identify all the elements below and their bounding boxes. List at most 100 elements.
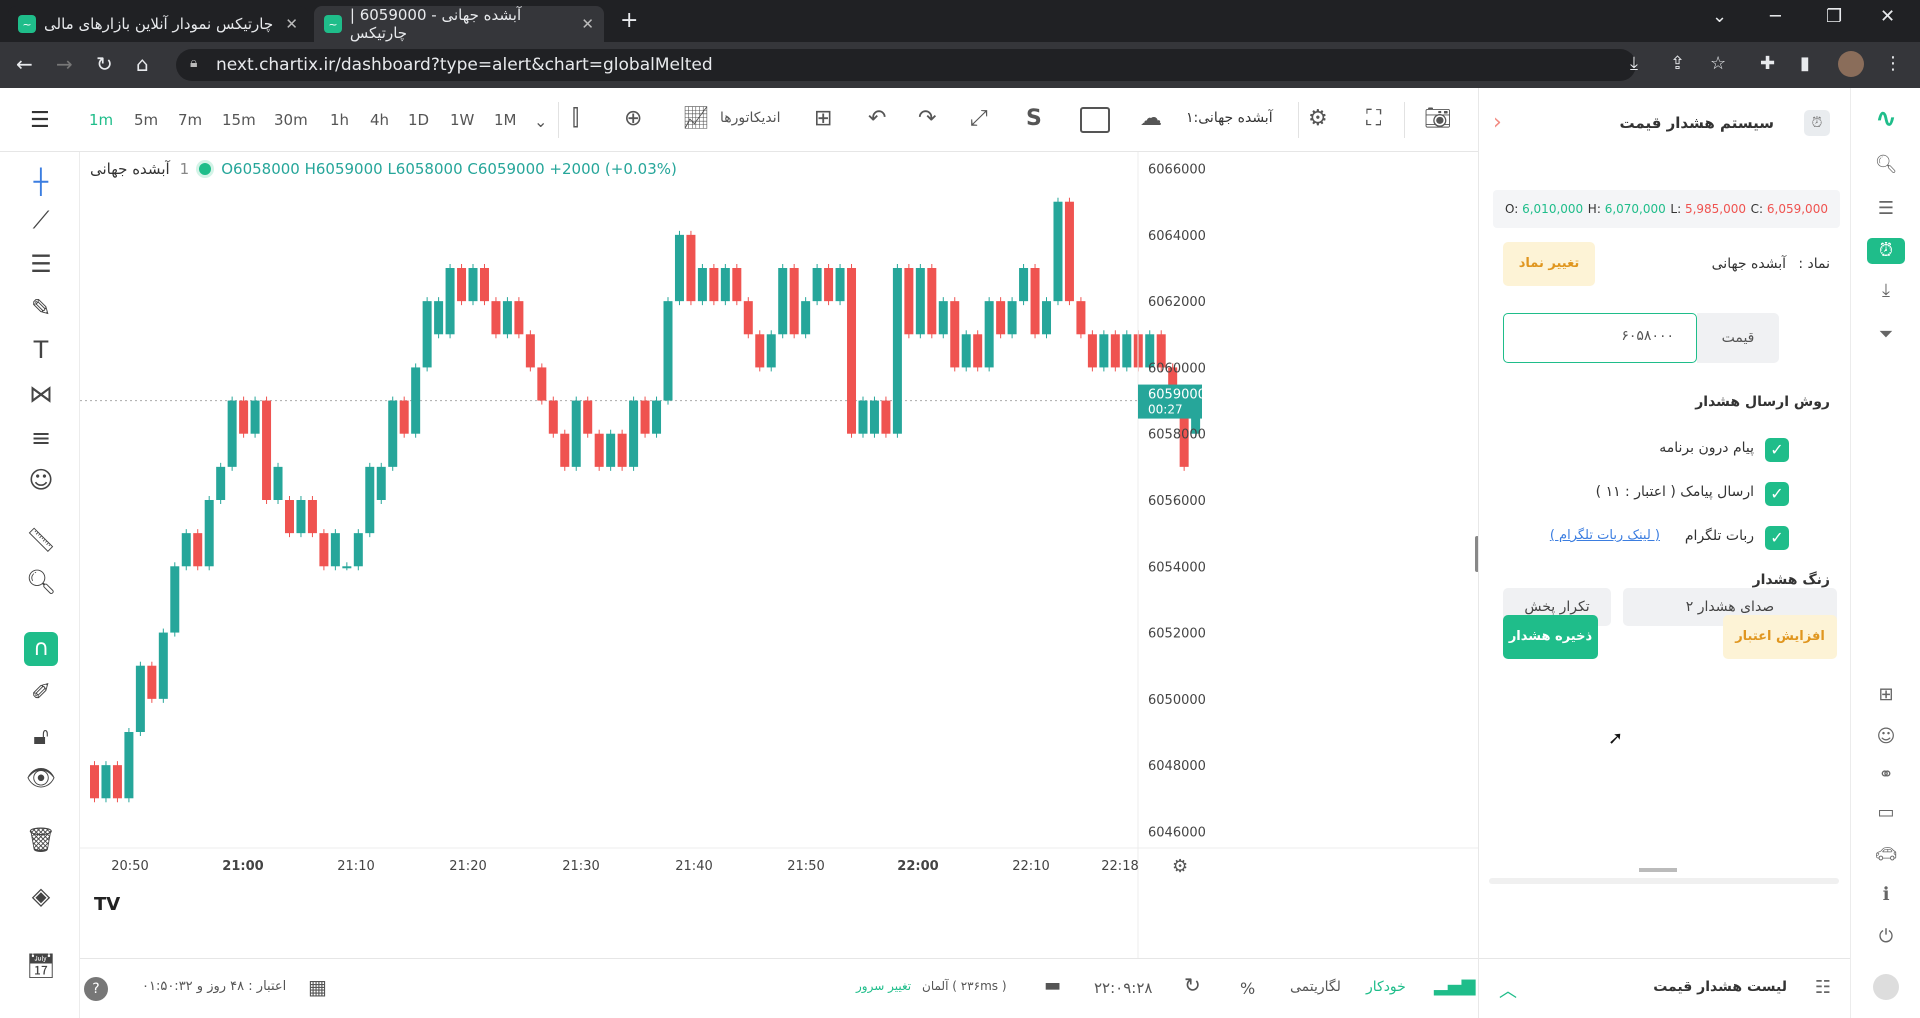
expand-arrows-icon[interactable]: ⤢ (970, 106, 988, 131)
search-icon[interactable]: 🔍︎ (1873, 154, 1899, 175)
list-icon[interactable]: ☷ (1815, 977, 1831, 998)
url-field[interactable]: 🔒︎ next.chartix.ir/dashboard?type=alert&… (176, 49, 1636, 81)
minimize-icon[interactable]: ─ (1770, 6, 1781, 27)
alert-clock-icon[interactable]: ⏰︎ (1867, 238, 1905, 264)
close-tab-icon[interactable]: ✕ (581, 15, 594, 33)
telegram-checkbox[interactable]: ✓ (1765, 526, 1789, 550)
filter-icon[interactable]: ⏷ (1873, 324, 1899, 345)
timeframe-1h[interactable]: 1h (330, 111, 349, 129)
calendar-icon[interactable]: 📅︎ (24, 952, 58, 980)
maximize-icon[interactable]: ❐ (1826, 6, 1842, 27)
layout-grid-icon[interactable]: ⊞ (814, 106, 832, 131)
save-alert-button[interactable]: ذخیره هشدار (1503, 615, 1598, 659)
alert-list-title[interactable]: لیست هشدار قیمت (1653, 979, 1787, 995)
screenshot-camera-icon[interactable]: 📷︎ (1424, 106, 1452, 131)
chevron-up-icon[interactable]: ︿ (1499, 977, 1517, 1003)
chart-area[interactable]: 6066000 6064000 6062000 6060000 6058000 60560… (80, 152, 1478, 958)
prediction-icon[interactable]: ≡ (24, 424, 58, 452)
percent-toggle[interactable]: % (1240, 979, 1255, 998)
timeframe-1m-month[interactable]: 1M (494, 111, 517, 129)
s-button[interactable]: S (1026, 106, 1042, 131)
profile-avatar[interactable] (1838, 51, 1864, 77)
car-icon[interactable]: 🚗︎ (1873, 844, 1899, 865)
forward-icon[interactable]: → (56, 52, 73, 76)
increase-credit-button[interactable]: افزایش اعتبار (1723, 615, 1837, 659)
inapp-checkbox[interactable]: ✓ (1765, 438, 1789, 462)
user-avatar-icon[interactable] (1873, 974, 1899, 1000)
sidepanel-icon[interactable]: ▮ (1800, 53, 1810, 74)
refresh-icon[interactable]: ↻ (1184, 973, 1201, 997)
extensions-icon[interactable]: ✚ (1760, 53, 1775, 74)
browser-tab-2[interactable]: ~ آبشده جهانی - 6059000 | چارتیکس ✕ (314, 6, 604, 42)
indicators-button[interactable]: اندیکاتورها (720, 110, 781, 126)
timeframe-15m[interactable]: 15m (222, 111, 256, 129)
fullscreen-icon[interactable]: ⛶ (1366, 106, 1381, 131)
tab-search-icon[interactable]: ⌄ (1712, 6, 1727, 27)
price-chart[interactable]: 6066000 6064000 6062000 6060000 6058000 60560… (80, 152, 1478, 958)
ruler-icon[interactable]: 📏︎ (24, 526, 58, 554)
redo-icon[interactable]: ↷ (918, 106, 936, 131)
close-tab-icon[interactable]: ✕ (285, 15, 298, 33)
timeframe-1d[interactable]: 1D (408, 111, 429, 129)
symbol-selector[interactable]: آبشده جهانی:۱ (1186, 110, 1273, 126)
power-icon[interactable]: ⏻ (1873, 926, 1899, 947)
timeframe-1w[interactable]: 1W (450, 111, 474, 129)
timeframe-5m[interactable]: 5m (134, 111, 158, 129)
browser-tab-1[interactable]: ~ چارتیکس نمودار آنلاین بازارهای مالی ✕ (8, 6, 308, 42)
trendline-icon[interactable]: ⟋ (24, 206, 58, 234)
add-widget-icon[interactable]: ⊞ (1873, 684, 1899, 705)
support-icon[interactable]: ☺︎ (1873, 726, 1899, 747)
cloud-save-icon[interactable]: ☁︎ (1140, 106, 1162, 131)
timeframe-dropdown-icon[interactable]: ⌄ (534, 112, 547, 131)
bookmark-star-icon[interactable]: ☆ (1710, 53, 1726, 74)
info-icon[interactable]: ℹ︎ (1873, 884, 1899, 905)
fib-lines-icon[interactable]: ☰ (24, 250, 58, 278)
trash-icon[interactable]: 🗑︎ (24, 826, 58, 854)
timeframe-4h[interactable]: 4h (370, 111, 389, 129)
auto-toggle[interactable]: خودکار (1366, 979, 1406, 995)
log-toggle[interactable]: لگاریتمی (1290, 979, 1341, 995)
settings-gear-icon[interactable]: ⚙︎ (1308, 106, 1328, 131)
hamburger-menu-icon[interactable]: ☰ (30, 108, 50, 133)
download-icon[interactable]: ⤓ (1873, 280, 1899, 301)
sms-checkbox[interactable]: ✓ (1765, 482, 1789, 506)
unlock-icon[interactable]: 🔓︎ (24, 722, 58, 750)
timeframe-1m[interactable]: 1m (89, 111, 113, 129)
watchlist-icon[interactable]: ☰ (1873, 198, 1899, 219)
brush-icon[interactable]: ✎ (24, 294, 58, 322)
lock-drawing-icon[interactable]: ✐ (24, 678, 58, 706)
drag-handle-icon[interactable] (1639, 868, 1677, 872)
indicators-icon[interactable]: 📈︎ (682, 106, 710, 131)
change-server-link[interactable]: تغییر سرور (856, 979, 911, 993)
crosshair-icon[interactable]: ┼ (24, 168, 58, 196)
price-input[interactable]: ۶۰۵۸۰۰۰ (1503, 313, 1697, 363)
telegram-bot-link[interactable]: ( لینک ربات تلگرام ) (1550, 528, 1660, 543)
collapse-panel-chevron-icon[interactable]: › (1493, 110, 1502, 135)
panel-scrollbar[interactable] (1489, 878, 1839, 884)
text-tool-icon[interactable]: T (24, 336, 58, 364)
layers-icon[interactable]: ◈ (24, 882, 58, 910)
pattern-icon[interactable]: ⋈ (24, 380, 58, 408)
change-symbol-button[interactable]: تغییر نماد (1503, 242, 1595, 286)
undo-icon[interactable]: ↶ (868, 106, 886, 131)
home-icon[interactable]: ⌂ (136, 52, 149, 76)
add-alert-icon[interactable]: ⏰︎ (1804, 110, 1830, 136)
visibility-eye-icon[interactable]: 👁︎ (24, 764, 58, 792)
close-window-icon[interactable]: ✕ (1880, 6, 1895, 27)
new-tab-icon[interactable]: + (620, 8, 638, 33)
add-compare-icon[interactable]: ⊕ (624, 106, 642, 131)
emoji-icon[interactable]: ☺︎ (24, 466, 58, 494)
menu-dots-icon[interactable]: ⋮ (1884, 53, 1902, 74)
timeframe-7m[interactable]: 7m (178, 111, 202, 129)
help-icon[interactable]: ? (84, 977, 108, 1001)
install-icon[interactable]: ⤓ (1630, 53, 1638, 74)
calendar-icon[interactable]: ▦ (308, 975, 327, 999)
card-icon[interactable]: ▭ (1873, 802, 1899, 823)
rectangle-icon[interactable] (1080, 107, 1110, 133)
share-nodes-icon[interactable]: ⚭ (1873, 764, 1899, 785)
magnet-icon[interactable]: ∩ (24, 632, 58, 666)
candle-type-icon[interactable]: ⫿ (572, 106, 579, 131)
zoom-in-icon[interactable]: 🔍︎ (24, 568, 58, 596)
reload-icon[interactable]: ↻ (96, 52, 113, 76)
share-icon[interactable]: ⇪ (1670, 53, 1685, 74)
